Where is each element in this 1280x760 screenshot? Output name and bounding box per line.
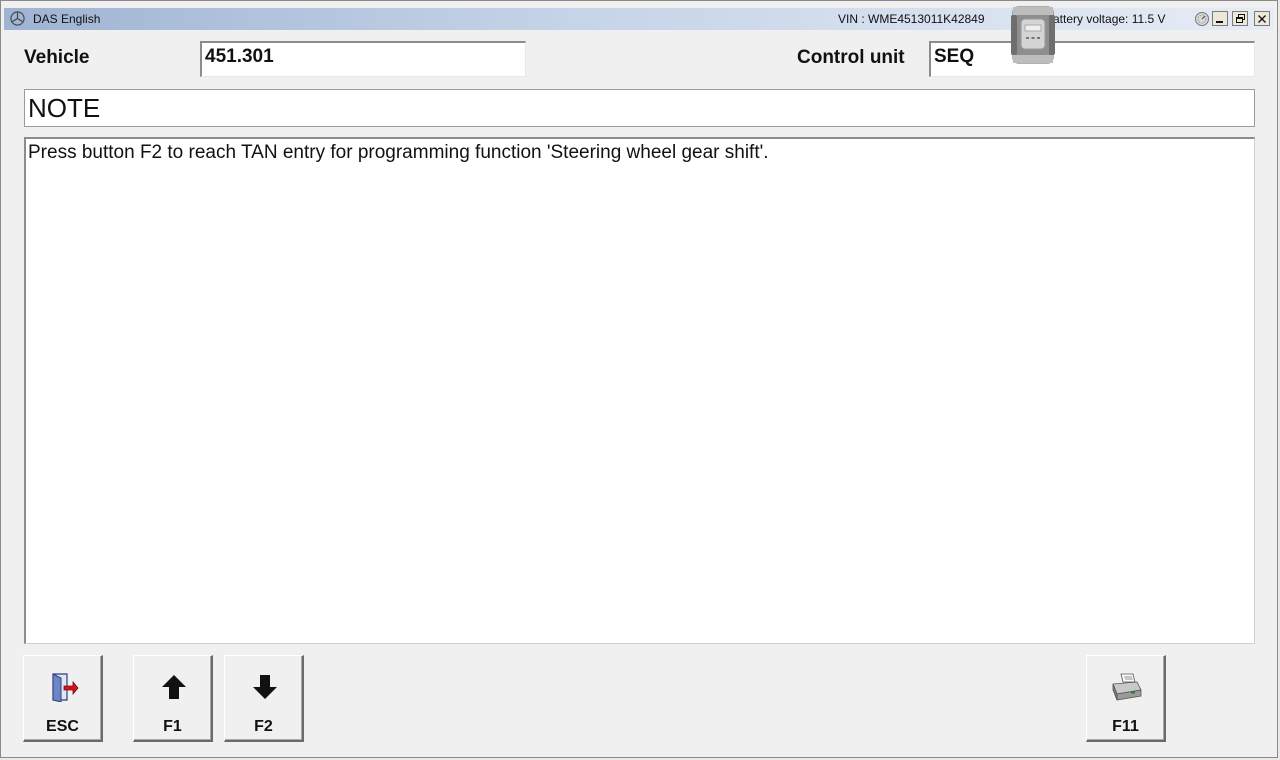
das-window: DAS English VIN : WME4513011K42849 atter… [0, 0, 1278, 758]
note-heading: NOTE [28, 93, 101, 123]
vehicle-label: Vehicle [24, 47, 90, 68]
vehicle-value: 451.301 [205, 46, 274, 67]
esc-label: ESC [46, 718, 79, 735]
minimize-icon [1216, 20, 1223, 23]
f2-label: F2 [254, 718, 273, 735]
control-unit-value: SEQ [934, 46, 975, 67]
diagnostic-device-icon [1011, 6, 1055, 64]
printer-icon [1112, 673, 1142, 701]
message-text: Press button F2 to reach TAN entry for p… [28, 142, 769, 163]
battery-voltage-readout: attery voltage: 11.5 V [1053, 12, 1166, 26]
exit-door-icon [52, 673, 79, 702]
f1-label: F1 [163, 718, 182, 735]
window-title: DAS English [33, 12, 101, 26]
f1-button[interactable]: F1 [133, 655, 213, 742]
gauge-icon [1195, 12, 1209, 26]
arrow-up-icon [162, 675, 186, 699]
message-area: Press button F2 to reach TAN entry for p… [24, 137, 1255, 644]
vehicle-field: 451.301 [200, 41, 526, 77]
title-bar: DAS English VIN : WME4513011K42849 atter… [4, 8, 1274, 30]
control-unit-field: SEQ [929, 41, 1255, 77]
minimize-button[interactable] [1212, 11, 1228, 26]
vin-readout: VIN : WME4513011K42849 [838, 12, 985, 26]
close-button[interactable] [1254, 11, 1270, 26]
close-icon [1258, 14, 1266, 23]
f11-button[interactable]: F11 [1086, 655, 1166, 742]
control-unit-label: Control unit [797, 47, 905, 68]
arrow-down-icon [253, 675, 277, 699]
restore-button[interactable] [1232, 11, 1248, 26]
mercedes-star-icon [10, 11, 25, 26]
restore-icon [1235, 14, 1245, 23]
f2-button[interactable]: F2 [224, 655, 304, 742]
esc-button[interactable]: ESC [23, 655, 103, 742]
note-heading-box: NOTE [24, 89, 1255, 127]
f11-label: F11 [1112, 718, 1139, 735]
